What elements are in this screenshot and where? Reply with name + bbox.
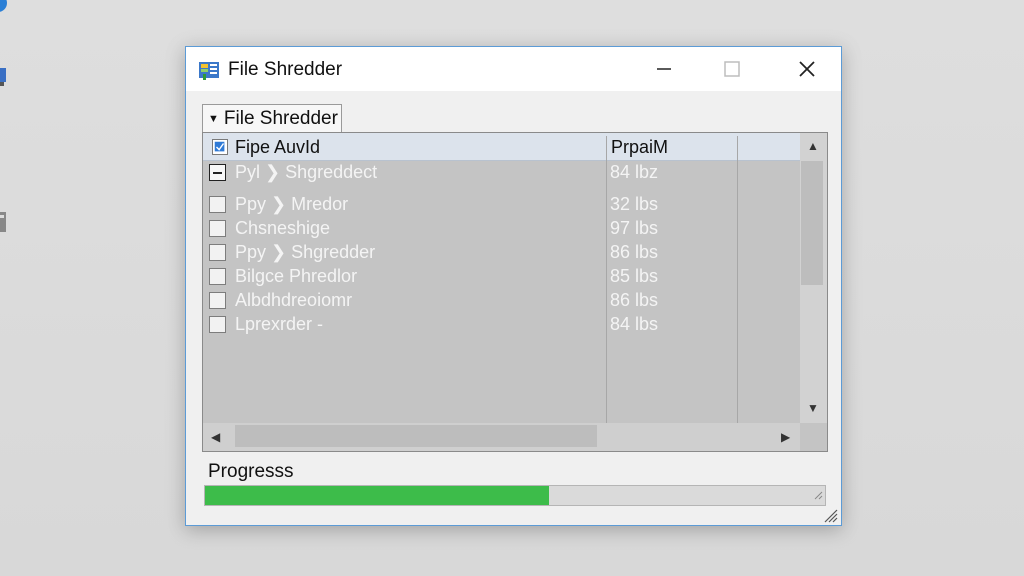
close-icon [799,61,815,77]
caret-down-icon: ▼ [208,113,219,125]
file-size: 32 lbs [610,194,659,214]
resize-hint-icon [814,491,823,500]
list-item[interactable]: Chsneshige 97 lbs [203,217,800,241]
progress-fill [205,486,549,505]
list-item[interactable]: Bilgce Phredlor 85 lbs [203,265,800,289]
horizontal-scrollbar[interactable]: ◀ ▶ [203,423,800,451]
file-name: Albdhdreoiomr [235,290,353,310]
title-bar[interactable]: File Shredder [186,47,841,91]
vertical-scroll-thumb[interactable] [801,161,823,285]
file-size: 86 lbs [610,290,659,310]
group-tab-label: File Shredder [223,108,338,129]
scroll-down-icon[interactable]: ▼ [807,401,819,415]
horizontal-scroll-thumb[interactable] [235,425,597,447]
list-header: Fipe AuvId PrpaiM [203,133,800,161]
column-header-size[interactable]: PrpaiM [611,137,668,158]
list-item[interactable]: Pyl ❯ Shgreddect 84 lbz [203,161,800,185]
file-size: 84 lbz [610,162,659,182]
resize-grip-icon[interactable] [822,507,838,523]
scroll-left-icon[interactable]: ◀ [211,430,220,444]
select-all-checkbox[interactable] [212,139,228,155]
row-checkbox[interactable] [209,268,226,285]
file-name: Ppy ❯ Mredor [235,194,349,214]
window-title: File Shredder [228,59,343,80]
minimize-icon [657,68,671,70]
file-name: Ppy ❯ Shgredder [235,242,376,262]
row-checkbox[interactable] [209,244,226,261]
list-item[interactable]: Ppy ❯ Shgredder 86 lbs [203,241,800,265]
column-header-name[interactable]: Fipe AuvId [235,137,320,158]
file-name: Pyl ❯ Shgreddect [235,162,378,182]
app-icon [199,62,219,80]
maximize-icon [724,61,740,77]
list-item[interactable]: Albdhdreoiomr 86 lbs [203,289,800,313]
scroll-up-icon[interactable]: ▲ [807,139,819,153]
desktop-shortcut-icon[interactable] [0,66,8,88]
file-name: Lprexrder - [235,314,324,334]
row-checkbox[interactable] [209,220,226,237]
desktop-shortcut-icon[interactable] [0,212,8,234]
progress-bar [204,485,826,506]
file-size: 97 lbs [610,218,659,238]
file-size: 86 lbs [610,242,659,262]
row-checkbox[interactable] [209,316,226,333]
close-button[interactable] [784,51,830,87]
minimize-button[interactable] [641,51,687,87]
row-checkbox[interactable] [209,164,226,181]
row-checkbox[interactable] [209,196,226,213]
row-checkbox[interactable] [209,292,226,309]
file-name: Chsneshige [235,218,331,238]
desktop-shortcut-icon[interactable] [0,0,8,14]
file-size: 84 lbs [610,314,659,334]
list-item[interactable]: Lprexrder - 84 lbs [203,313,800,337]
list-item[interactable]: Ppy ❯ Mredor 32 lbs [203,193,800,217]
file-list[interactable]: Fipe AuvId PrpaiM Pyl ❯ Shgreddect 84 lb… [202,132,828,452]
file-size: 85 lbs [610,266,659,286]
scroll-right-icon[interactable]: ▶ [781,430,790,444]
group-tab[interactable]: ▼ File Shredder [202,104,342,133]
vertical-scrollbar[interactable]: ▲ ▼ [800,133,827,423]
file-shredder-window: File Shredder ▼ File Shredder Fipe AuvId… [185,46,842,526]
progress-label: Progresss [208,461,294,482]
file-name: Bilgce Phredlor [235,266,358,286]
maximize-button[interactable] [709,51,755,87]
